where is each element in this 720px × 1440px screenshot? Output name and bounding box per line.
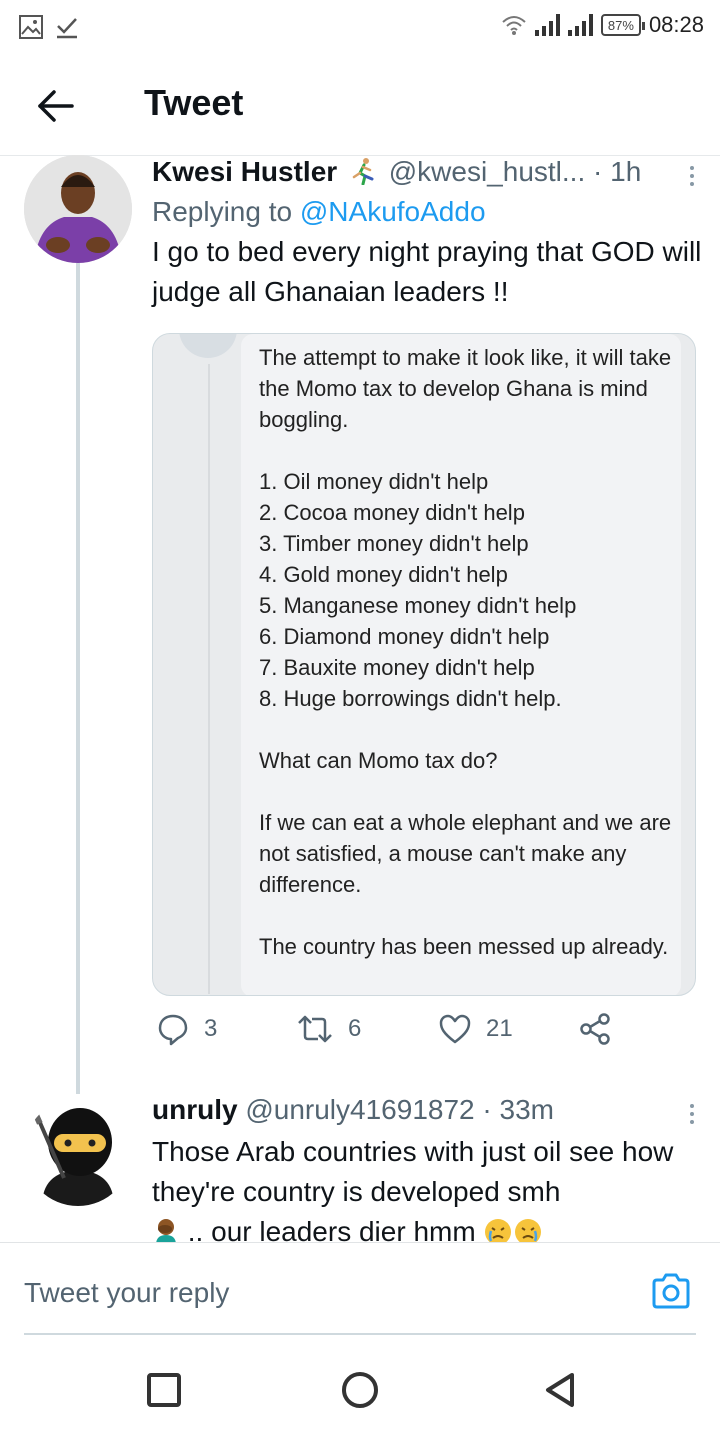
- mention-link[interactable]: @NAkufoAddo: [300, 196, 486, 227]
- image-text: The attempt to make it look like, it wil…: [259, 342, 679, 962]
- list-item: 1. Oil money didn't help: [259, 469, 489, 494]
- replying-label: Replying to: [152, 196, 293, 227]
- list-item: 5. Manganese money didn't help: [259, 593, 577, 618]
- avatar[interactable]: [24, 1098, 132, 1206]
- tweet-meta: Kwesi Hustler @kwesi_hustl... · 1h: [152, 156, 702, 188]
- list-item: 3. Timber money didn't help: [259, 531, 529, 556]
- tweet-time: · 33m: [482, 1094, 554, 1125]
- reply-icon: [158, 1014, 188, 1046]
- retweet-count: 6: [348, 1015, 362, 1042]
- like-count: 21: [486, 1015, 513, 1042]
- camera-icon[interactable]: [650, 1271, 692, 1311]
- image-elephant: If we can eat a whole elephant and we ar…: [259, 810, 672, 897]
- image-list: 1. Oil money didn't help 2. Cocoa money …: [259, 466, 679, 714]
- top-header: Tweet: [0, 56, 720, 156]
- signal-icon: [534, 14, 560, 36]
- list-item: 8. Huge borrowings didn't help.: [259, 686, 562, 711]
- reply-input[interactable]: Tweet your reply: [24, 1277, 229, 1309]
- signal-icon-2: [567, 14, 593, 36]
- author-handle: @kwesi_hustl...: [388, 156, 586, 187]
- running-person-emoji-icon: [352, 158, 374, 186]
- reply-input-underline: [24, 1333, 696, 1335]
- share-button[interactable]: [578, 1012, 612, 1046]
- heart-icon: [439, 1014, 471, 1044]
- share-icon: [580, 1013, 610, 1045]
- tweet-text: I go to bed every night praying that GOD…: [152, 236, 702, 307]
- like-button[interactable]: 21: [438, 1012, 513, 1046]
- image-thread-line: [208, 364, 210, 994]
- reply-count: 3: [204, 1015, 218, 1042]
- recents-square-icon[interactable]: [144, 1370, 184, 1410]
- download-complete-icon: [57, 18, 77, 39]
- author-name[interactable]: Kwesi Hustler: [152, 156, 337, 187]
- clock: 08:28: [648, 12, 704, 37]
- avatar-illustration-icon: [24, 155, 132, 263]
- facepalm-emoji-icon: [156, 1219, 176, 1242]
- list-item: 4. Gold money didn't help: [259, 562, 508, 587]
- tweet-time: · 1h: [593, 156, 642, 187]
- author-name[interactable]: unruly: [152, 1094, 238, 1125]
- back-arrow-icon[interactable]: [34, 84, 78, 128]
- retweet-icon: [298, 1015, 332, 1043]
- retweet-button[interactable]: 6: [296, 1012, 361, 1046]
- image-closing: The country has been messed up already.: [259, 934, 669, 959]
- list-item: 7. Bauxite money didn't help: [259, 655, 535, 680]
- tweet-meta: unruly @unruly41691872 · 33m: [152, 1094, 702, 1126]
- system-nav-bar: [0, 1340, 720, 1440]
- list-item: 2. Cocoa money didn't help: [259, 500, 525, 525]
- tweet-text-main: Those Arab countries with just oil see h…: [152, 1136, 674, 1207]
- back-triangle-icon[interactable]: [540, 1370, 580, 1410]
- author-handle: @unruly41691872: [245, 1094, 475, 1125]
- more-options-icon[interactable]: [682, 1100, 702, 1128]
- home-circle-icon[interactable]: [340, 1370, 380, 1410]
- thread-connector: [76, 262, 80, 1094]
- crying-face-emoji-icon: [485, 1219, 512, 1242]
- reply-composer: Tweet your reply: [0, 1242, 720, 1338]
- replying-to: Replying to @NAkufoAddo: [152, 196, 702, 228]
- crying-face-emoji-icon: [515, 1219, 542, 1242]
- ninja-avatar-icon: [31, 1108, 114, 1206]
- status-bar: 87% 08:28: [0, 0, 720, 56]
- gallery-notification-icon: [19, 15, 43, 39]
- image-question: What can Momo tax do?: [259, 748, 498, 773]
- tweet[interactable]: unruly @unruly41691872 · 33m Those Arab …: [152, 1094, 702, 1242]
- tweet-actions: 3 6 21: [152, 1012, 622, 1058]
- more-options-icon[interactable]: [682, 162, 702, 190]
- tweet-image[interactable]: The attempt to make it look like, it wil…: [152, 333, 696, 996]
- tweet-text-cont: .. our leaders dier hmm: [187, 1216, 476, 1242]
- image-avatar: [179, 334, 237, 358]
- avatar[interactable]: [24, 155, 132, 263]
- tweet-text: Those Arab countries with just oil see h…: [152, 1132, 702, 1242]
- wifi-icon: [502, 16, 526, 35]
- battery-indicator: 87%: [600, 14, 645, 36]
- reply-button[interactable]: 3: [156, 1012, 217, 1046]
- image-intro: The attempt to make it look like, it wil…: [259, 345, 672, 432]
- page-title: Tweet: [144, 82, 244, 123]
- list-item: 6. Diamond money didn't help: [259, 624, 550, 649]
- tweet[interactable]: Kwesi Hustler @kwesi_hustl... · 1h Reply…: [152, 156, 702, 312]
